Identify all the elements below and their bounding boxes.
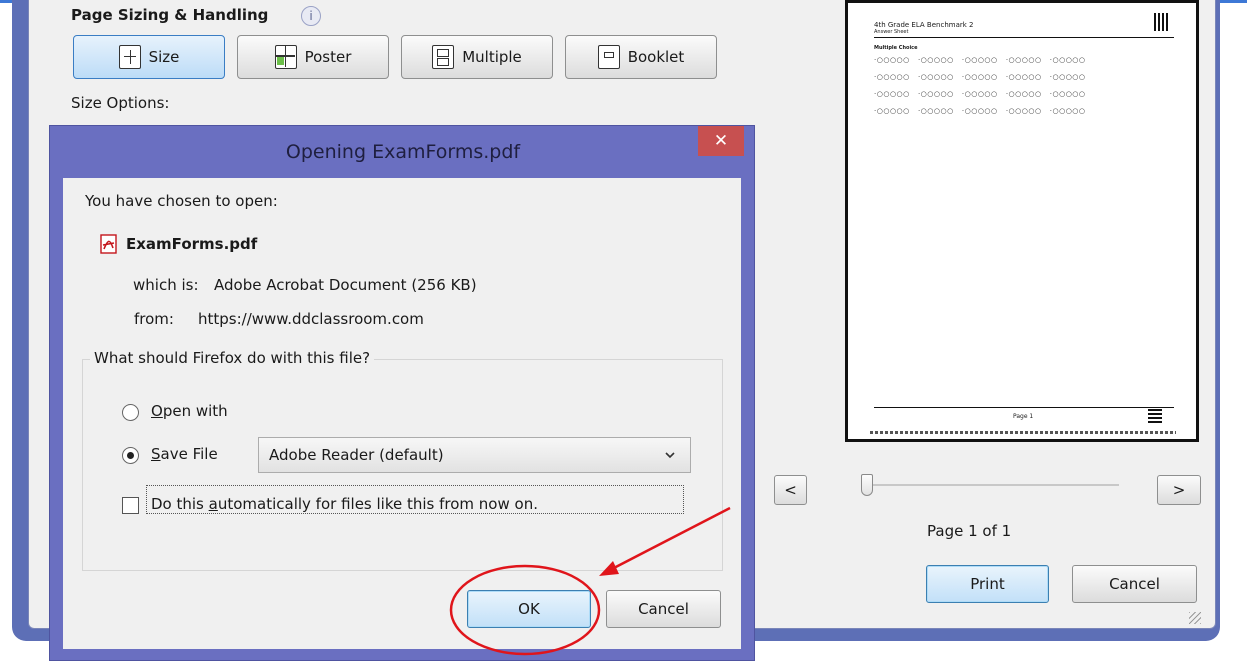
annotation-arrow [609, 506, 731, 572]
annotation-overlay [449, 506, 731, 656]
annotation-circle [449, 564, 601, 656]
annotation-arrowhead [599, 561, 619, 576]
